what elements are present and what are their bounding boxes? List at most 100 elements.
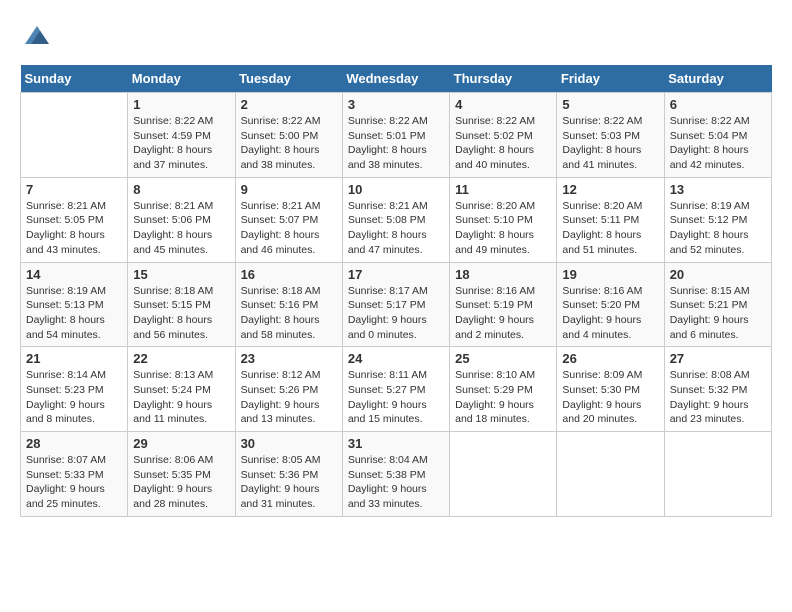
calendar-cell: 18 Sunrise: 8:16 AMSunset: 5:19 PMDaylig… [450,262,557,347]
calendar-week-row: 14 Sunrise: 8:19 AMSunset: 5:13 PMDaylig… [21,262,772,347]
weekday-header-monday: Monday [128,65,235,93]
page-header [20,20,772,55]
calendar-cell [557,432,664,517]
day-info: Sunrise: 8:18 AMSunset: 5:16 PMDaylight:… [241,284,337,343]
calendar-cell: 27 Sunrise: 8:08 AMSunset: 5:32 PMDaylig… [664,347,771,432]
day-number: 10 [348,182,444,197]
day-info: Sunrise: 8:04 AMSunset: 5:38 PMDaylight:… [348,453,444,512]
calendar-cell: 19 Sunrise: 8:16 AMSunset: 5:20 PMDaylig… [557,262,664,347]
day-number: 24 [348,351,444,366]
calendar-cell [664,432,771,517]
calendar-cell: 28 Sunrise: 8:07 AMSunset: 5:33 PMDaylig… [21,432,128,517]
day-number: 29 [133,436,229,451]
day-number: 12 [562,182,658,197]
calendar-cell: 8 Sunrise: 8:21 AMSunset: 5:06 PMDayligh… [128,177,235,262]
day-number: 31 [348,436,444,451]
day-number: 26 [562,351,658,366]
day-info: Sunrise: 8:16 AMSunset: 5:19 PMDaylight:… [455,284,551,343]
day-info: Sunrise: 8:20 AMSunset: 5:11 PMDaylight:… [562,199,658,258]
weekday-header-sunday: Sunday [21,65,128,93]
day-info: Sunrise: 8:22 AMSunset: 5:02 PMDaylight:… [455,114,551,173]
day-info: Sunrise: 8:09 AMSunset: 5:30 PMDaylight:… [562,368,658,427]
day-info: Sunrise: 8:15 AMSunset: 5:21 PMDaylight:… [670,284,766,343]
day-number: 6 [670,97,766,112]
calendar-cell: 30 Sunrise: 8:05 AMSunset: 5:36 PMDaylig… [235,432,342,517]
calendar-cell: 6 Sunrise: 8:22 AMSunset: 5:04 PMDayligh… [664,93,771,178]
day-info: Sunrise: 8:16 AMSunset: 5:20 PMDaylight:… [562,284,658,343]
day-info: Sunrise: 8:14 AMSunset: 5:23 PMDaylight:… [26,368,122,427]
day-info: Sunrise: 8:06 AMSunset: 5:35 PMDaylight:… [133,453,229,512]
calendar-cell: 2 Sunrise: 8:22 AMSunset: 5:00 PMDayligh… [235,93,342,178]
day-number: 19 [562,267,658,282]
day-info: Sunrise: 8:21 AMSunset: 5:06 PMDaylight:… [133,199,229,258]
day-number: 28 [26,436,122,451]
calendar-cell: 23 Sunrise: 8:12 AMSunset: 5:26 PMDaylig… [235,347,342,432]
day-info: Sunrise: 8:21 AMSunset: 5:05 PMDaylight:… [26,199,122,258]
calendar-cell: 16 Sunrise: 8:18 AMSunset: 5:16 PMDaylig… [235,262,342,347]
day-info: Sunrise: 8:19 AMSunset: 5:12 PMDaylight:… [670,199,766,258]
calendar-cell: 21 Sunrise: 8:14 AMSunset: 5:23 PMDaylig… [21,347,128,432]
calendar-cell: 4 Sunrise: 8:22 AMSunset: 5:02 PMDayligh… [450,93,557,178]
day-number: 1 [133,97,229,112]
calendar-cell: 24 Sunrise: 8:11 AMSunset: 5:27 PMDaylig… [342,347,449,432]
calendar-cell: 5 Sunrise: 8:22 AMSunset: 5:03 PMDayligh… [557,93,664,178]
day-info: Sunrise: 8:22 AMSunset: 5:01 PMDaylight:… [348,114,444,173]
day-info: Sunrise: 8:20 AMSunset: 5:10 PMDaylight:… [455,199,551,258]
calendar-week-row: 28 Sunrise: 8:07 AMSunset: 5:33 PMDaylig… [21,432,772,517]
day-info: Sunrise: 8:07 AMSunset: 5:33 PMDaylight:… [26,453,122,512]
day-number: 25 [455,351,551,366]
day-number: 21 [26,351,122,366]
weekday-header-thursday: Thursday [450,65,557,93]
day-number: 8 [133,182,229,197]
weekday-header-tuesday: Tuesday [235,65,342,93]
calendar-cell: 15 Sunrise: 8:18 AMSunset: 5:15 PMDaylig… [128,262,235,347]
day-info: Sunrise: 8:21 AMSunset: 5:07 PMDaylight:… [241,199,337,258]
calendar-cell: 9 Sunrise: 8:21 AMSunset: 5:07 PMDayligh… [235,177,342,262]
weekday-header-saturday: Saturday [664,65,771,93]
calendar-cell: 25 Sunrise: 8:10 AMSunset: 5:29 PMDaylig… [450,347,557,432]
day-number: 20 [670,267,766,282]
calendar-cell: 29 Sunrise: 8:06 AMSunset: 5:35 PMDaylig… [128,432,235,517]
day-info: Sunrise: 8:05 AMSunset: 5:36 PMDaylight:… [241,453,337,512]
day-info: Sunrise: 8:12 AMSunset: 5:26 PMDaylight:… [241,368,337,427]
calendar-week-row: 21 Sunrise: 8:14 AMSunset: 5:23 PMDaylig… [21,347,772,432]
calendar-cell: 22 Sunrise: 8:13 AMSunset: 5:24 PMDaylig… [128,347,235,432]
day-number: 23 [241,351,337,366]
day-info: Sunrise: 8:21 AMSunset: 5:08 PMDaylight:… [348,199,444,258]
day-number: 30 [241,436,337,451]
day-info: Sunrise: 8:10 AMSunset: 5:29 PMDaylight:… [455,368,551,427]
calendar-cell: 20 Sunrise: 8:15 AMSunset: 5:21 PMDaylig… [664,262,771,347]
day-number: 2 [241,97,337,112]
day-number: 14 [26,267,122,282]
day-info: Sunrise: 8:08 AMSunset: 5:32 PMDaylight:… [670,368,766,427]
calendar-cell: 7 Sunrise: 8:21 AMSunset: 5:05 PMDayligh… [21,177,128,262]
day-info: Sunrise: 8:22 AMSunset: 5:03 PMDaylight:… [562,114,658,173]
calendar-week-row: 7 Sunrise: 8:21 AMSunset: 5:05 PMDayligh… [21,177,772,262]
day-info: Sunrise: 8:11 AMSunset: 5:27 PMDaylight:… [348,368,444,427]
logo [20,20,52,55]
weekday-header-row: SundayMondayTuesdayWednesdayThursdayFrid… [21,65,772,93]
calendar-cell: 13 Sunrise: 8:19 AMSunset: 5:12 PMDaylig… [664,177,771,262]
calendar-cell: 17 Sunrise: 8:17 AMSunset: 5:17 PMDaylig… [342,262,449,347]
day-number: 9 [241,182,337,197]
calendar-cell: 26 Sunrise: 8:09 AMSunset: 5:30 PMDaylig… [557,347,664,432]
day-number: 5 [562,97,658,112]
calendar-cell [21,93,128,178]
day-number: 4 [455,97,551,112]
day-info: Sunrise: 8:17 AMSunset: 5:17 PMDaylight:… [348,284,444,343]
day-number: 3 [348,97,444,112]
weekday-header-friday: Friday [557,65,664,93]
day-info: Sunrise: 8:18 AMSunset: 5:15 PMDaylight:… [133,284,229,343]
day-info: Sunrise: 8:13 AMSunset: 5:24 PMDaylight:… [133,368,229,427]
calendar-table: SundayMondayTuesdayWednesdayThursdayFrid… [20,65,772,517]
calendar-cell: 10 Sunrise: 8:21 AMSunset: 5:08 PMDaylig… [342,177,449,262]
day-number: 11 [455,182,551,197]
day-info: Sunrise: 8:22 AMSunset: 4:59 PMDaylight:… [133,114,229,173]
day-number: 15 [133,267,229,282]
weekday-header-wednesday: Wednesday [342,65,449,93]
logo-icon [22,20,52,50]
day-info: Sunrise: 8:22 AMSunset: 5:00 PMDaylight:… [241,114,337,173]
calendar-cell: 1 Sunrise: 8:22 AMSunset: 4:59 PMDayligh… [128,93,235,178]
calendar-cell: 31 Sunrise: 8:04 AMSunset: 5:38 PMDaylig… [342,432,449,517]
calendar-cell: 14 Sunrise: 8:19 AMSunset: 5:13 PMDaylig… [21,262,128,347]
